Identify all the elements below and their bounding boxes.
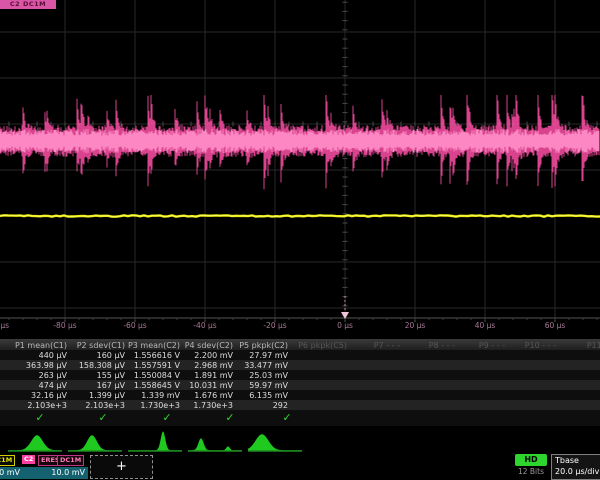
time-axis-label: -100 µs — [0, 321, 9, 330]
stat-value: 1.558645 V — [134, 381, 180, 390]
stat-value: 25.03 mV — [249, 371, 288, 380]
stat-value: 155 µV — [97, 371, 125, 380]
param-status-check: ✓ — [225, 411, 234, 424]
time-axis-label: 0 µs — [337, 321, 353, 330]
histicon-P5[interactable] — [248, 434, 302, 451]
c1-vdiv-value: 20.0 mV — [0, 467, 22, 479]
param-header-P5[interactable]: P5 pkpk(C2) — [239, 341, 288, 350]
stat-value: 1.550084 V — [134, 371, 180, 380]
param-header-P10[interactable]: P10 - - - — [525, 341, 556, 350]
param-header-P11[interactable]: P11 - - - — [587, 341, 600, 350]
stat-value: 1.556616 V — [134, 351, 180, 360]
time-axis-label: -20 µs — [263, 321, 286, 330]
table-row-stripe — [0, 370, 600, 380]
trace-c2 — [0, 95, 599, 189]
stat-value: 27.97 mV — [249, 351, 288, 360]
timebase-scale: 20.0 µs/div — [555, 467, 599, 476]
histicon-P2[interactable] — [68, 435, 122, 451]
stat-value: 2.103e+3 — [27, 401, 67, 410]
timebase-descriptor[interactable]: Tbase 20.0 µs/div — [551, 454, 600, 480]
stat-value: 6.135 mV — [249, 391, 288, 400]
hd-bits-label: 12 Bits — [509, 467, 553, 476]
trace-c1 — [0, 215, 600, 216]
stat-value: 167 µV — [97, 381, 125, 390]
time-axis-label: 20 µs — [405, 321, 426, 330]
stat-value: 1.891 mV — [194, 371, 233, 380]
stat-value: 160 µV — [97, 351, 125, 360]
stat-value: 1.730e+3 — [140, 401, 180, 410]
trace-label-badge[interactable]: C2 DC1M — [0, 0, 56, 9]
histicon-P3[interactable] — [128, 431, 182, 451]
param-header-P6[interactable]: P6 pkpk(C5) — [298, 341, 347, 350]
param-status-check: ✓ — [35, 411, 44, 424]
stat-value: 2.968 mV — [194, 361, 233, 370]
stat-value: 1.399 µV — [89, 391, 125, 400]
stat-value: 1.676 mV — [194, 391, 233, 400]
param-header-P2[interactable]: P2 sdev(C1) — [77, 341, 125, 350]
param-header-P8[interactable]: P8 - - - — [429, 341, 455, 350]
stat-value: 1.730e+3 — [193, 401, 233, 410]
add-trace-button[interactable]: + — [90, 455, 153, 479]
table-row-stripe — [0, 350, 600, 360]
stat-value: 2.103e+3 — [85, 401, 125, 410]
stat-value: 363.98 µV — [26, 361, 67, 370]
histicon-P4[interactable] — [188, 438, 242, 451]
stat-value: 32.16 µV — [31, 391, 67, 400]
table-row-stripe — [0, 380, 600, 390]
oscilloscope-screen: C2 DC1M -100 µs -80 µs -60 µs -40 µs -20 µs 0… — [0, 0, 600, 480]
param-status-check: ✓ — [98, 411, 107, 424]
stat-value: 2.200 mV — [194, 351, 233, 360]
param-header-P3[interactable]: P3 mean(C2) — [128, 341, 180, 350]
param-header-P1[interactable]: P1 mean(C1) — [15, 341, 67, 350]
timebase-title: Tbase — [555, 456, 579, 465]
table-row-stripe — [0, 410, 600, 426]
param-status-check: ✓ — [282, 411, 291, 424]
stat-value: 10.031 mV — [189, 381, 233, 390]
param-header-P4[interactable]: P4 sdev(C2) — [185, 341, 233, 350]
param-status-check: ✓ — [162, 411, 171, 424]
time-axis-label: 60 µs — [545, 321, 566, 330]
stat-value: 292 — [273, 401, 288, 410]
stat-value: 263 µV — [39, 371, 67, 380]
histicon-P1[interactable] — [8, 435, 62, 451]
stat-value: 1.339 mV — [141, 391, 180, 400]
time-axis-label: -80 µs — [53, 321, 76, 330]
c2-vdiv-value: 10.0 mV — [22, 467, 88, 479]
stat-value: 440 µV — [39, 351, 67, 360]
c2-channel-badge: C2 — [22, 455, 35, 464]
stat-value: 33.477 mV — [244, 361, 288, 370]
param-header-P9[interactable]: P9 - - - — [479, 341, 505, 350]
time-axis-label: -60 µs — [123, 321, 146, 330]
param-header-P7[interactable]: P7 - - - — [374, 341, 400, 350]
time-axis-label: -40 µs — [193, 321, 216, 330]
stat-value: 1.557591 V — [134, 361, 180, 370]
hd-mode-badge[interactable]: HD — [515, 454, 547, 466]
c2-coupling-badge: DC1M — [57, 455, 84, 466]
time-axis-label: 40 µs — [475, 321, 496, 330]
stat-value: 158.308 µV — [79, 361, 125, 370]
stat-value: 474 µV — [39, 381, 67, 390]
c1-coupling-badge: DC1M — [0, 455, 15, 466]
stat-value: 59.97 mV — [249, 381, 288, 390]
